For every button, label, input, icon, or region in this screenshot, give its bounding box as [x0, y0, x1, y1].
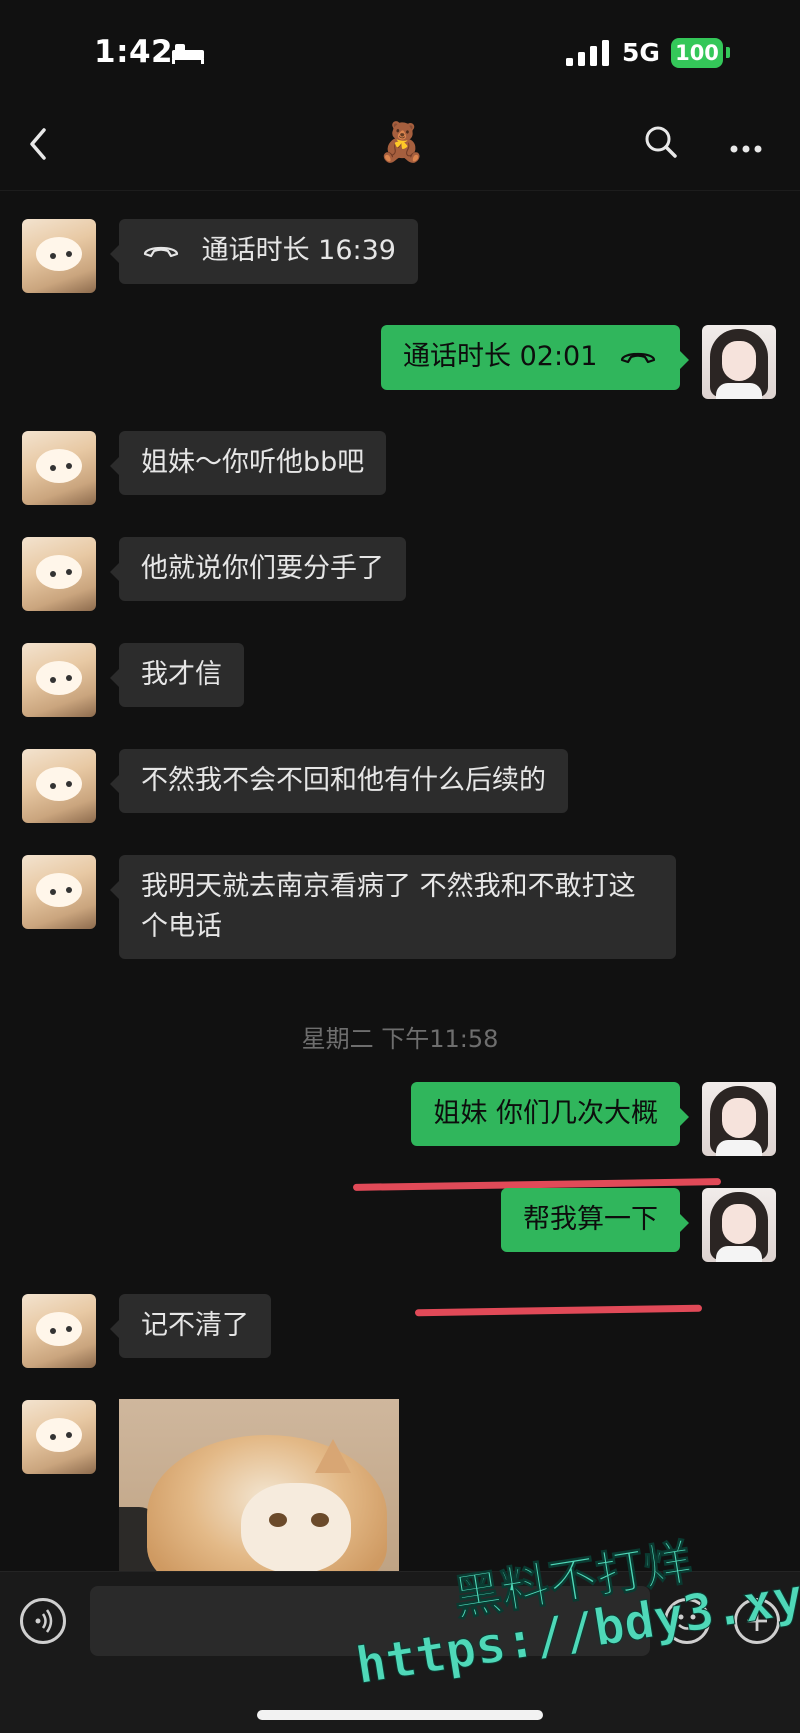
call-record-bubble[interactable]: 通话时长 02:01 — [381, 325, 689, 390]
message-text: 他就说你们要分手了 — [141, 553, 384, 584]
battery-cap — [726, 47, 730, 58]
battery-indicator: 100 — [671, 38, 723, 68]
message-text: 姐妹～你听他bb吧 — [141, 447, 365, 478]
chat-header: 🧸 — [0, 100, 800, 191]
network-type: 5G — [622, 38, 660, 67]
contact-avatar[interactable] — [22, 1294, 96, 1368]
message-text: 记不清了 — [141, 1310, 249, 1341]
contact-avatar[interactable] — [22, 431, 96, 505]
message-bubble[interactable]: 他就说你们要分手了 — [110, 537, 406, 601]
home-indicator[interactable] — [257, 1710, 543, 1720]
status-time: 1:42 — [94, 34, 174, 70]
message-text: 我才信 — [141, 659, 222, 690]
more-options-icon[interactable] — [730, 138, 762, 157]
phone-hangup-icon — [618, 338, 658, 378]
sleep-focus-icon — [172, 42, 204, 68]
voice-input-icon[interactable] — [20, 1598, 66, 1644]
my-avatar[interactable] — [702, 1188, 776, 1262]
message-text: 通话时长 02:01 — [403, 341, 598, 372]
contact-avatar[interactable] — [22, 643, 96, 717]
contact-avatar[interactable] — [22, 1400, 96, 1474]
timestamp-divider: 星期二 下午11:58 — [301, 1025, 499, 1053]
search-icon[interactable] — [643, 124, 679, 164]
message-bubble[interactable]: 帮我算一下 — [501, 1188, 689, 1252]
contact-avatar[interactable] — [22, 219, 96, 293]
contact-avatar[interactable] — [22, 749, 96, 823]
message-text: 姐妹 你们几次大概 — [433, 1098, 658, 1129]
message-text: 通话时长 16:39 — [201, 235, 396, 266]
message-bubble[interactable]: 记不清了 — [110, 1294, 271, 1358]
my-avatar[interactable] — [702, 325, 776, 399]
red-underline-annotation — [414, 1304, 703, 1317]
message-bubble[interactable]: 姐妹～你听他bb吧 — [109, 431, 387, 495]
message-bubble[interactable]: 不然我不会不回和他有什么后续的 — [110, 749, 568, 813]
chat-title: 🧸 — [378, 120, 426, 164]
message-bubble[interactable]: 姐妹 你们几次大概 — [411, 1082, 689, 1146]
status-bar: 1:42 5G 100 — [0, 0, 800, 100]
cat-photo-message[interactable] — [119, 1399, 399, 1571]
call-record-bubble[interactable]: 通话时长 16:39 — [110, 219, 418, 284]
my-avatar[interactable] — [702, 1082, 776, 1156]
back-chevron-icon[interactable] — [24, 124, 50, 168]
message-bubble[interactable]: 我才信 — [110, 643, 244, 707]
cellular-signal-icon — [566, 40, 610, 70]
message-text: 不然我不会不回和他有什么后续的 — [141, 765, 546, 796]
message-text: 我明天就去南京看病了 不然我和不敢打这个电话 — [141, 871, 636, 942]
contact-avatar[interactable] — [22, 537, 96, 611]
message-text: 帮我算一下 — [523, 1204, 658, 1235]
contact-avatar[interactable] — [22, 855, 96, 929]
phone-hangup-icon — [141, 232, 181, 272]
message-bubble[interactable]: 我明天就去南京看病了 不然我和不敢打这个电话 — [110, 855, 676, 959]
